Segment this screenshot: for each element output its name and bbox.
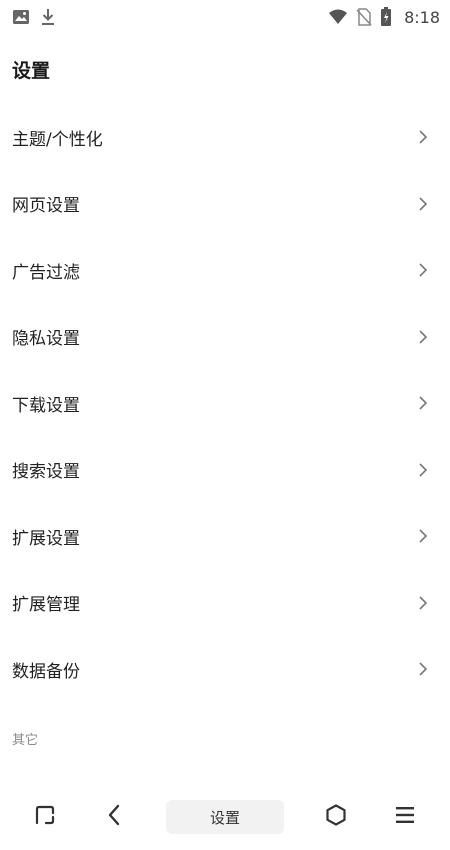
no-sim-icon [356,8,372,26]
wifi-icon [328,9,348,25]
menu-icon [394,805,416,829]
settings-item-label: 主题/个性化 [12,129,103,150]
chevron-right-icon [418,528,428,544]
settings-item-label: 网页设置 [12,196,80,217]
settings-item-download[interactable]: 下载设置 [0,370,450,437]
status-time: 8:18 [404,7,440,27]
settings-list: 主题/个性化 网页设置 广告过滤 隐私设置 下载设置 搜索设置 扩展设置 扩展管… [0,104,450,703]
settings-item-adblock[interactable]: 广告过滤 [0,237,450,304]
chevron-right-icon [418,196,428,212]
section-header-other: 其它 [12,733,39,748]
settings-item-label: 隐私设置 [12,329,80,350]
settings-item-privacy[interactable]: 隐私设置 [0,304,450,371]
chevron-right-icon [418,262,428,278]
settings-item-label: 数据备份 [12,661,80,682]
settings-item-label: 广告过滤 [12,262,80,283]
bottom-toolbar: 设置 [0,792,450,842]
chevron-right-icon [418,661,428,677]
download-icon [40,8,56,26]
settings-item-extension-management[interactable]: 扩展管理 [0,570,450,637]
settings-item-label: 扩展管理 [12,595,80,616]
settings-item-label: 下载设置 [12,395,80,416]
back-button[interactable] [97,800,131,834]
chevron-right-icon [418,462,428,478]
tab-switcher-icon [33,803,57,831]
status-left [12,8,56,26]
image-icon [12,9,30,25]
tab-switcher-button[interactable] [28,800,62,834]
chevron-right-icon [418,129,428,145]
chevron-right-icon [418,329,428,345]
settings-item-label: 搜索设置 [12,462,80,483]
home-icon [324,803,348,831]
page-title: 设置 [12,60,51,82]
address-bar[interactable]: 设置 [166,800,284,834]
chevron-right-icon [418,595,428,611]
menu-button[interactable] [388,800,422,834]
chevron-right-icon [418,395,428,411]
settings-item-data-backup[interactable]: 数据备份 [0,636,450,703]
settings-item-extension-settings[interactable]: 扩展设置 [0,503,450,570]
settings-item-label: 扩展设置 [12,528,80,549]
settings-item-webpage[interactable]: 网页设置 [0,171,450,238]
back-chevron-icon [106,803,122,831]
status-bar: 8:18 [0,0,450,34]
home-button[interactable] [319,800,353,834]
settings-item-search[interactable]: 搜索设置 [0,437,450,504]
battery-icon [380,7,392,27]
status-right: 8:18 [328,7,440,27]
settings-item-theme[interactable]: 主题/个性化 [0,104,450,171]
